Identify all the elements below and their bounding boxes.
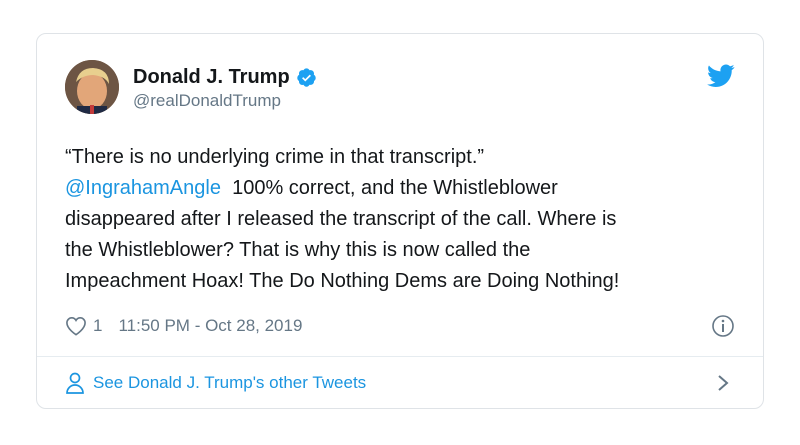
- display-name-row: Donald J. Trump: [133, 66, 317, 89]
- chevron-right-icon[interactable]: [717, 374, 729, 392]
- author-handle[interactable]: @realDonaldTrump: [133, 91, 317, 111]
- tweet-text-line: disappeared after I released the transcr…: [65, 208, 617, 230]
- like-count[interactable]: 1: [93, 316, 102, 336]
- tweet-text-line: Impeachment Hoax! The Do Nothing Dems ar…: [65, 270, 620, 292]
- author-names: Donald J. Trump @realDonaldTrump: [133, 66, 317, 111]
- tweet-meta: 1 11:50 PM - Oct 28, 2019: [65, 312, 735, 340]
- person-icon: [66, 372, 84, 394]
- heart-icon[interactable]: [65, 316, 87, 336]
- tweet-text-line: @IngrahamAngle 100% correct, and the Whi…: [65, 173, 735, 204]
- tweet-text-line: the Whistleblower? That is why this is n…: [65, 239, 531, 261]
- avatar-image: [65, 60, 119, 114]
- twitter-bird-icon[interactable]: [707, 64, 735, 88]
- tweet-text: “There is no underlying crime in that tr…: [65, 142, 735, 297]
- tweet-card: Donald J. Trump @realDonaldTrump “There …: [36, 33, 764, 409]
- other-tweets-label[interactable]: See Donald J. Trump's other Tweets: [93, 373, 366, 393]
- divider: [37, 356, 763, 357]
- mention-link[interactable]: @IngrahamAngle: [65, 177, 221, 199]
- avatar[interactable]: [65, 60, 119, 114]
- tweet-text-fragment: 100% correct, and the Whistleblower: [232, 177, 558, 199]
- tweet-timestamp[interactable]: 11:50 PM - Oct 28, 2019: [118, 316, 302, 336]
- other-tweets-link[interactable]: See Donald J. Trump's other Tweets: [65, 370, 735, 396]
- tweet-header: Donald J. Trump @realDonaldTrump: [65, 60, 735, 118]
- verified-badge-icon: [296, 68, 316, 87]
- info-icon[interactable]: [711, 314, 735, 338]
- display-name[interactable]: Donald J. Trump: [133, 66, 290, 89]
- tweet-text-line: “There is no underlying crime in that tr…: [65, 146, 485, 168]
